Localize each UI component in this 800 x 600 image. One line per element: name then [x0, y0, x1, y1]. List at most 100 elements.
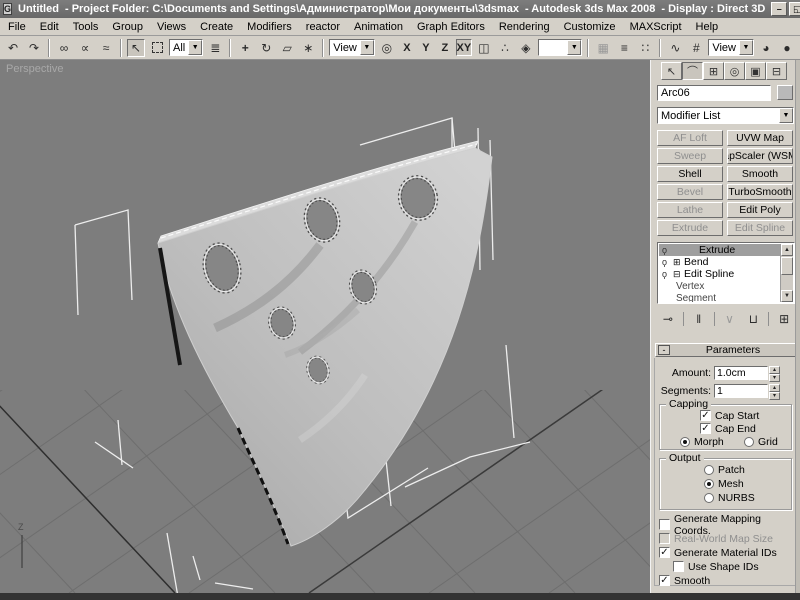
tab-create-icon[interactable]: ↖	[661, 62, 682, 80]
patch-row[interactable]: Patch	[704, 462, 745, 477]
unlink-selection-icon[interactable]: ∝	[76, 39, 94, 57]
modifier-button-afloft[interactable]: AF Loft	[657, 130, 723, 146]
grid-row[interactable]: Grid	[744, 434, 778, 449]
track-view-icon[interactable]: ▦	[594, 39, 612, 57]
viewport-label[interactable]: Perspective	[6, 63, 63, 75]
snaps-toggle-icon[interactable]: ∴	[496, 39, 514, 57]
amount-spinner[interactable]: ▴ ▾	[769, 366, 780, 380]
layer-manager-icon[interactable]: ≡	[615, 39, 633, 57]
render-view-dropdown[interactable]: View ▼	[708, 39, 754, 56]
cap-start-checkbox[interactable]: ✓	[700, 410, 711, 421]
real-world-map-size-checkbox[interactable]	[659, 533, 670, 544]
quick-render-icon[interactable]: ●	[778, 39, 796, 57]
scroll-thumb[interactable]	[781, 257, 793, 275]
render-setup-icon[interactable]: ◕	[757, 39, 775, 57]
modifier-button-mapscaler[interactable]: apScaler (WSM	[727, 148, 793, 164]
restrict-xy-plane-button[interactable]: XY	[456, 39, 472, 56]
keyboard-shortcut-override-icon[interactable]: ◈	[517, 39, 535, 57]
generate-material-ids-row[interactable]: ✓ Generate Material IDs	[659, 545, 799, 560]
perspective-viewport[interactable]: Perspective	[0, 60, 650, 593]
tab-modify-icon[interactable]: ⌒	[682, 62, 703, 80]
schematic-view-icon[interactable]: #	[687, 39, 705, 57]
pin-stack-icon[interactable]: ⊸	[659, 312, 677, 326]
rectangular-selection-region-icon[interactable]	[148, 39, 166, 57]
remove-modifier-icon[interactable]: ⊔	[744, 312, 762, 326]
object-name-field[interactable]: Arc06	[657, 85, 771, 101]
nurbs-radio[interactable]	[704, 493, 714, 503]
cap-end-checkbox[interactable]: ✓	[700, 423, 711, 434]
menu-animation[interactable]: Animation	[354, 21, 403, 33]
scroll-down-icon[interactable]: ▼	[781, 290, 793, 302]
selection-filter-dropdown[interactable]: All ▼	[169, 39, 203, 56]
menu-tools[interactable]: Tools	[73, 21, 99, 33]
viewport-canvas[interactable]: Z	[0, 60, 650, 593]
dropdown-arrow-icon[interactable]: ▼	[188, 40, 202, 55]
segments-spinner[interactable]: ▴ ▾	[769, 384, 780, 398]
modifier-button-lathe[interactable]: Lathe	[657, 202, 723, 218]
use-shape-ids-checkbox[interactable]	[673, 561, 684, 572]
generate-mapping-coords-row[interactable]: Generate Mapping Coords.	[659, 517, 799, 532]
mirror-icon[interactable]: ◫	[475, 39, 493, 57]
scroll-up-icon[interactable]: ▲	[781, 244, 793, 256]
restore-button[interactable]: ◱	[789, 2, 800, 16]
modifier-button-smooth[interactable]: Smooth	[727, 166, 793, 182]
morph-radio[interactable]	[680, 437, 690, 447]
menu-rendering[interactable]: Rendering	[499, 21, 550, 33]
menu-customize[interactable]: Customize	[564, 21, 616, 33]
show-end-result-icon[interactable]: ‖	[690, 312, 708, 326]
menu-maxscript[interactable]: MAXScript	[630, 21, 682, 33]
spinner-down-icon[interactable]: ▾	[769, 374, 780, 382]
menu-help[interactable]: Help	[696, 21, 719, 33]
undo-icon[interactable]: ↶	[4, 39, 22, 57]
stack-subitem-vertex[interactable]: Vertex	[659, 280, 780, 292]
dropdown-arrow-icon[interactable]: ▼	[779, 108, 793, 123]
use-shape-ids-row[interactable]: Use Shape IDs	[673, 559, 799, 574]
select-and-scale-icon[interactable]: ▱	[278, 39, 296, 57]
stack-item-editspline[interactable]: ϙ ⊟ Edit Spline	[659, 268, 780, 280]
rollout-collapse-icon[interactable]: -	[658, 345, 670, 355]
named-selections-icon[interactable]: ∷	[636, 39, 654, 57]
parameters-rollout-header[interactable]: - Parameters	[655, 343, 797, 357]
menu-file[interactable]: File	[8, 21, 26, 33]
menu-views[interactable]: Views	[157, 21, 186, 33]
grid-radio[interactable]	[744, 437, 754, 447]
reference-coordinate-system-dropdown[interactable]: View ▼	[329, 39, 375, 56]
modifier-button-sweep[interactable]: Sweep	[657, 148, 723, 164]
bind-to-space-warp-icon[interactable]: ≈	[97, 39, 115, 57]
amount-field[interactable]: 1.0cm	[714, 366, 768, 380]
stack-item-bend[interactable]: ϙ ⊞ Bend	[659, 256, 780, 268]
segments-field[interactable]: 1	[714, 384, 768, 398]
modifier-button-editspline[interactable]: Edit Spline	[727, 220, 793, 236]
smooth-checkbox[interactable]: ✓	[659, 575, 670, 586]
menu-modifiers[interactable]: Modifiers	[247, 21, 292, 33]
collapse-box-icon[interactable]: ⊟	[673, 269, 682, 280]
real-world-map-size-row[interactable]: Real-World Map Size	[659, 531, 799, 546]
restrict-z-button[interactable]: Z	[437, 39, 453, 56]
mesh-row[interactable]: Mesh	[704, 476, 744, 491]
generate-material-ids-checkbox[interactable]: ✓	[659, 547, 670, 558]
modifier-button-turbosmooth[interactable]: TurboSmooth	[727, 184, 793, 200]
modifier-button-editpoly[interactable]: Edit Poly	[727, 202, 793, 218]
spinner-down-icon[interactable]: ▾	[769, 392, 780, 400]
object-color-swatch[interactable]	[777, 85, 793, 100]
modifier-button-shell[interactable]: Shell	[657, 166, 723, 182]
menu-create[interactable]: Create	[200, 21, 233, 33]
smooth-row[interactable]: ✓ Smooth	[659, 573, 799, 588]
modifier-button-bevel[interactable]: Bevel	[657, 184, 723, 200]
menu-edit[interactable]: Edit	[40, 21, 59, 33]
bulb-icon[interactable]: ϙ	[662, 257, 671, 267]
restrict-x-button[interactable]: X	[399, 39, 415, 56]
make-unique-icon[interactable]: ∨	[721, 312, 739, 326]
minimize-button[interactable]: –	[771, 2, 787, 16]
modifier-list-dropdown[interactable]: Modifier List ▼	[657, 107, 794, 124]
select-and-link-icon[interactable]: ∞	[55, 39, 73, 57]
patch-radio[interactable]	[704, 465, 714, 475]
select-and-manipulate-icon[interactable]: ∗	[299, 39, 317, 57]
menu-group[interactable]: Group	[112, 21, 143, 33]
bulb-icon[interactable]: ϙ	[662, 245, 671, 255]
select-by-name-icon[interactable]: ≣	[206, 39, 224, 57]
named-selection-sets-dropdown[interactable]: ▼	[538, 39, 582, 56]
use-pivot-point-icon[interactable]: ◎	[378, 39, 396, 57]
menu-graph-editors[interactable]: Graph Editors	[417, 21, 485, 33]
dropdown-arrow-icon[interactable]: ▼	[360, 40, 374, 55]
